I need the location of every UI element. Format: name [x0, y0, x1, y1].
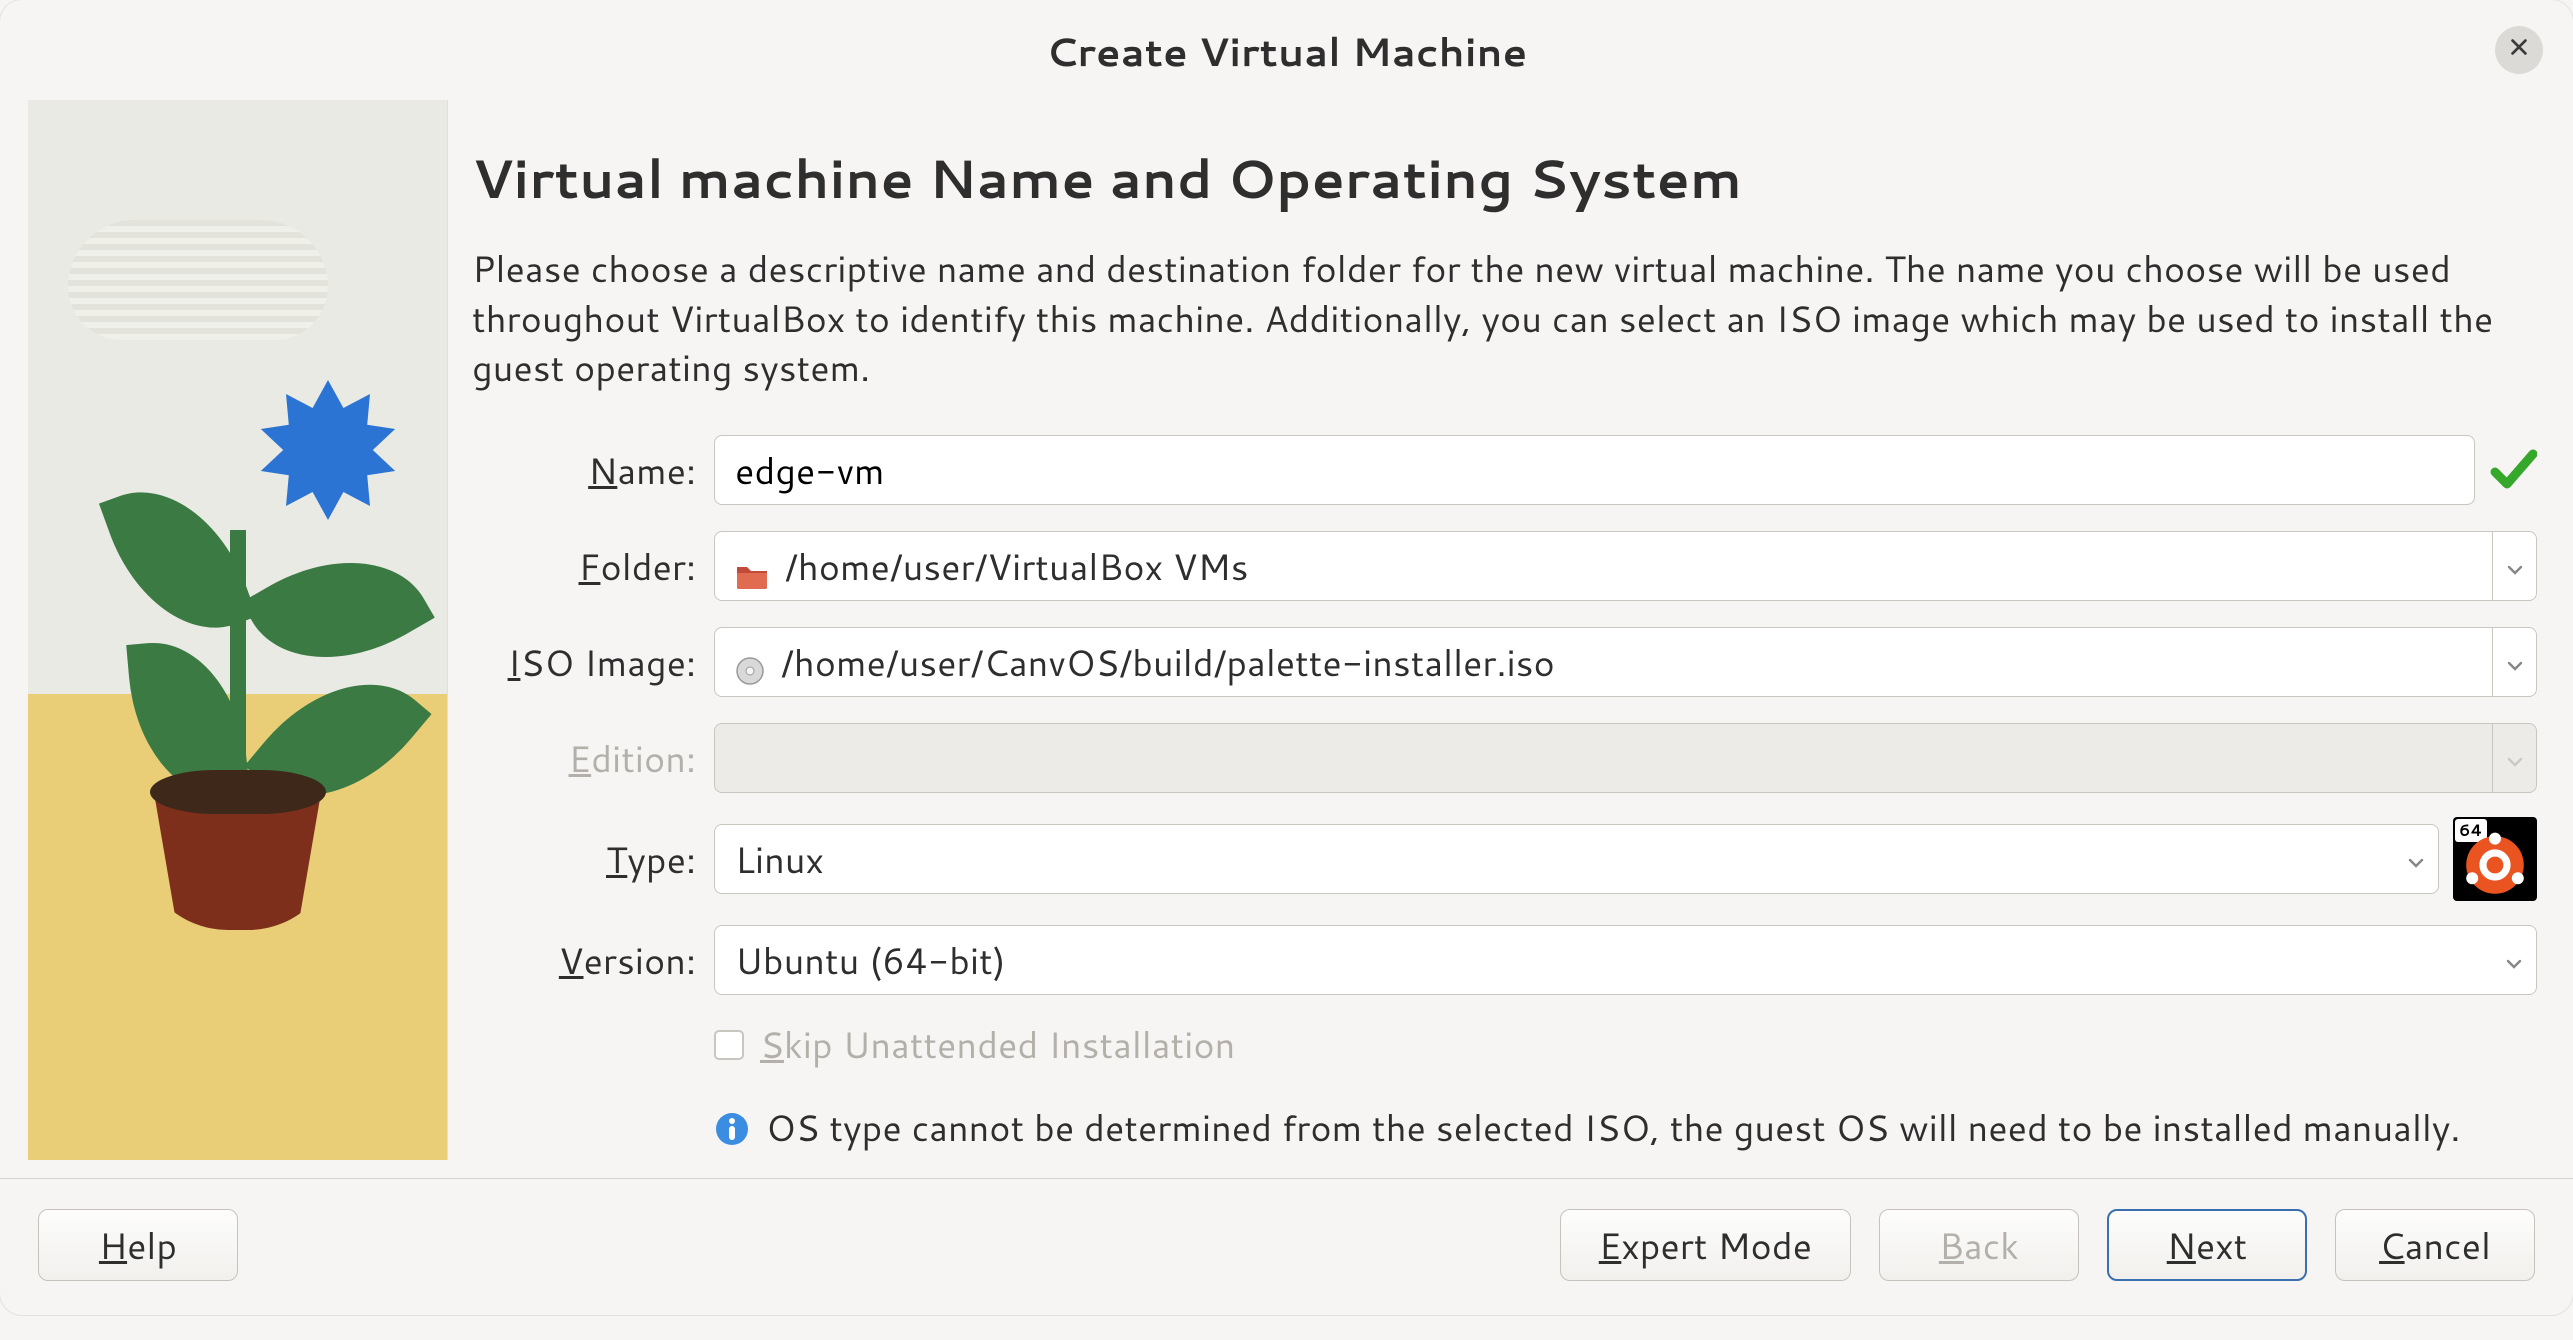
wizard-illustration: [28, 100, 448, 1160]
dialog-create-virtual-machine: Create Virtual Machine Virtual machine N…: [0, 0, 2573, 1315]
info-icon: [714, 1110, 750, 1146]
type-select[interactable]: Linux: [714, 824, 2439, 894]
type-value: Linux: [735, 834, 824, 885]
wizard-form: Name: Folder:: [472, 433, 2537, 1153]
chevron-down-icon: [2505, 733, 2525, 784]
folder-icon: [735, 552, 769, 580]
version-dropdown-button[interactable]: [2492, 926, 2536, 994]
chevron-down-icon: [2406, 834, 2426, 885]
name-valid-icon: [2489, 446, 2537, 494]
label-iso: ISO Image:: [472, 637, 696, 688]
info-message: OS type cannot be determined from the se…: [472, 1104, 2537, 1153]
label-name: Name:: [472, 445, 696, 496]
row-folder: Folder: /home/user/VirtualBox VMs: [472, 529, 2537, 603]
edition-dropdown-button: [2492, 724, 2536, 792]
folder-combo[interactable]: /home/user/VirtualBox VMs: [714, 531, 2537, 601]
name-input[interactable]: [714, 435, 2475, 505]
row-edition: Edition:: [472, 721, 2537, 795]
skip-unattended-checkbox: [714, 1030, 744, 1060]
wizard-button-bar: Help Expert Mode Back Next Cancel: [0, 1178, 2573, 1315]
window-title: Create Virtual Machine: [1046, 22, 1527, 79]
folder-value: /home/user/VirtualBox VMs: [785, 541, 1248, 592]
page-description: Please choose a descriptive name and des…: [472, 244, 2537, 393]
skip-unattended-label: Skip Unattended Installation: [760, 1019, 1235, 1070]
page-heading: Virtual machine Name and Operating Syste…: [472, 140, 2537, 216]
type-dropdown-button[interactable]: [2394, 825, 2438, 893]
os-logo-icon: 64: [2453, 817, 2537, 901]
label-version: Version:: [472, 935, 696, 986]
folder-dropdown-button[interactable]: [2492, 532, 2536, 600]
version-select[interactable]: Ubuntu (64-bit): [714, 925, 2537, 995]
chevron-down-icon: [2505, 637, 2525, 688]
chevron-down-icon: [2504, 935, 2524, 986]
label-type: Type:: [472, 834, 696, 885]
wizard-content: Virtual machine Name and Operating Syste…: [472, 100, 2545, 1160]
row-version: Version: Ubuntu (64-bit): [472, 923, 2537, 997]
iso-combo[interactable]: /home/user/CanvOS/build/palette-installe…: [714, 627, 2537, 697]
next-button[interactable]: Next: [2107, 1209, 2307, 1281]
close-icon: [2508, 36, 2530, 64]
row-skip-unattended: Skip Unattended Installation: [472, 1019, 2537, 1070]
back-button: Back: [1879, 1209, 2079, 1281]
chevron-down-icon: [2505, 541, 2525, 592]
iso-dropdown-button[interactable]: [2492, 628, 2536, 696]
row-iso: ISO Image: /home/user/CanvOS/build/palet…: [472, 625, 2537, 699]
info-text: OS type cannot be determined from the se…: [766, 1104, 2460, 1153]
label-folder: Folder:: [472, 541, 696, 592]
row-name: Name:: [472, 433, 2537, 507]
disc-icon: [735, 647, 765, 677]
row-type: Type: Linux 64: [472, 817, 2537, 901]
edition-select: [714, 723, 2537, 793]
expert-mode-button[interactable]: Expert Mode: [1560, 1209, 1851, 1281]
close-button[interactable]: [2495, 26, 2543, 74]
label-edition: Edition:: [472, 733, 696, 784]
help-button[interactable]: Help: [38, 1209, 238, 1281]
version-value: Ubuntu (64-bit): [735, 935, 1006, 986]
cancel-button[interactable]: Cancel: [2335, 1209, 2535, 1281]
iso-value: /home/user/CanvOS/build/palette-installe…: [781, 637, 1555, 688]
titlebar: Create Virtual Machine: [0, 0, 2573, 100]
